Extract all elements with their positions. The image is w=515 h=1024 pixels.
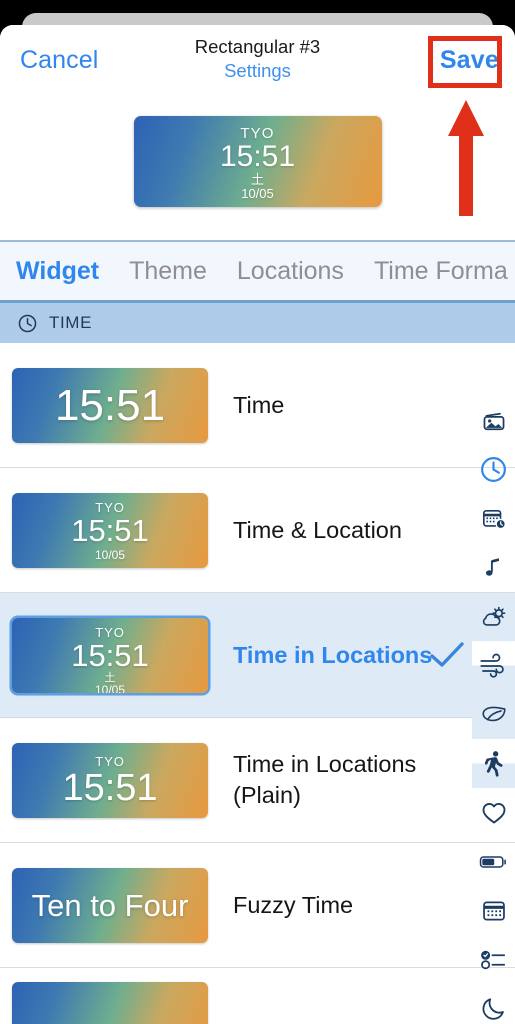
rail-item-moon[interactable] [472, 984, 515, 1024]
thumb-day-of-week-label: 土 [104, 671, 116, 684]
rail-item-leaf[interactable] [472, 690, 515, 739]
rail-item-calendar[interactable] [472, 886, 515, 935]
tab-theme[interactable]: Theme [129, 257, 207, 286]
clock-icon [479, 455, 508, 484]
settings-sheet: Cancel Rectangular #3 Settings Save TYO … [0, 25, 515, 1024]
preview-day-of-week-label: 土 [250, 172, 264, 187]
list-item-time-in-locations[interactable]: TYO 15:51 土 10/05 Time in Locations [0, 593, 515, 718]
thumb-time-label: 15:51 [71, 637, 149, 673]
leaf-icon [480, 702, 508, 728]
clock-icon [17, 313, 38, 334]
preview-date-label: 10/05 [241, 186, 274, 201]
thumb-city-label: TYO [95, 624, 125, 640]
cancel-button[interactable]: Cancel [20, 46, 98, 75]
category-icon-rail[interactable] [472, 396, 515, 1024]
checkmark-icon [427, 639, 467, 671]
list-item-fuzzy-time[interactable]: Ten to Four Fuzzy Time [0, 843, 515, 968]
section-label: TIME [49, 313, 93, 332]
thumb-time-label: 15:51 [62, 766, 158, 809]
walking-icon [481, 750, 507, 778]
checklist-icon [480, 948, 508, 972]
widget-style-list: 15:51 Time TYO 15:51 10/05 Time & Locati… [0, 343, 515, 1024]
settings-tabbar[interactable]: Widget Theme Locations Time Forma [0, 242, 515, 300]
list-item-time[interactable]: 15:51 Time [0, 343, 515, 468]
music-note-icon [481, 555, 507, 581]
thumb-date-label: 10/05 [94, 682, 126, 693]
tab-locations[interactable]: Locations [237, 257, 344, 286]
rail-item-music[interactable] [472, 543, 515, 592]
thumbnail-partial [12, 982, 208, 1024]
list-item-time-in-locations-plain[interactable]: TYO 15:51 Time in Locations (Plain) [0, 718, 515, 843]
phone-screen: Cancel Rectangular #3 Settings Save TYO … [0, 0, 515, 1024]
rail-item-walking[interactable] [472, 739, 515, 788]
rail-item-weather[interactable] [472, 592, 515, 641]
widget-preview-card[interactable]: TYO 15:51 土 10/05 [133, 116, 382, 207]
section-header-time: TIME [0, 303, 515, 343]
photos-icon [481, 408, 507, 434]
wind-icon [479, 653, 508, 679]
rail-item-calendar-clock[interactable] [472, 494, 515, 543]
list-item-label: Time & Location [233, 516, 402, 543]
rail-item-photos[interactable] [472, 396, 515, 445]
list-item-label: Fuzzy Time [233, 891, 354, 918]
thumbnail-time-in-locations: TYO 15:51 土 10/05 [12, 617, 208, 693]
rail-item-battery[interactable] [472, 837, 515, 886]
tab-time-format[interactable]: Time Forma [374, 257, 508, 286]
battery-icon [479, 852, 508, 872]
rail-item-wind[interactable] [472, 641, 515, 690]
thumb-city-label: TYO [95, 499, 125, 515]
heart-icon [480, 800, 508, 826]
list-item-label: Time in Locations (Plain) [233, 751, 417, 808]
thumb-fuzzy-label: Ten to Four [31, 887, 189, 923]
calendar-icon [481, 898, 507, 924]
calendar-clock-icon [481, 506, 507, 532]
navigation-bar: Cancel Rectangular #3 Settings Save [0, 25, 515, 97]
widget-preview-area: TYO 15:51 土 10/05 [0, 97, 515, 240]
thumbnail-time-and-location: TYO 15:51 10/05 [12, 492, 208, 568]
preview-time-label: 15:51 [219, 140, 296, 173]
list-item-time-and-location[interactable]: TYO 15:51 10/05 Time & Location [0, 468, 515, 593]
rail-item-clock[interactable] [472, 445, 515, 494]
thumb-city-label: TYO [95, 753, 125, 769]
thumbnail-time-in-locations-plain: TYO 15:51 [12, 742, 208, 818]
list-item-partial[interactable] [0, 968, 515, 1024]
rail-item-checklist[interactable] [472, 935, 515, 984]
thumb-time-label: 15:51 [54, 380, 166, 430]
thumbnail-time: 15:51 [12, 367, 208, 443]
tab-widget[interactable]: Widget [16, 257, 99, 286]
list-item-label: Time in Locations [233, 641, 433, 668]
moon-icon [480, 995, 507, 1022]
save-button[interactable]: Save [440, 46, 499, 75]
thumb-date-label: 10/05 [94, 547, 126, 562]
thumb-time-label: 15:51 [71, 512, 149, 548]
list-item-label: Time [233, 391, 285, 418]
weather-icon [480, 603, 508, 631]
thumbnail-fuzzy-time: Ten to Four [12, 867, 208, 943]
rail-item-heart[interactable] [472, 788, 515, 837]
